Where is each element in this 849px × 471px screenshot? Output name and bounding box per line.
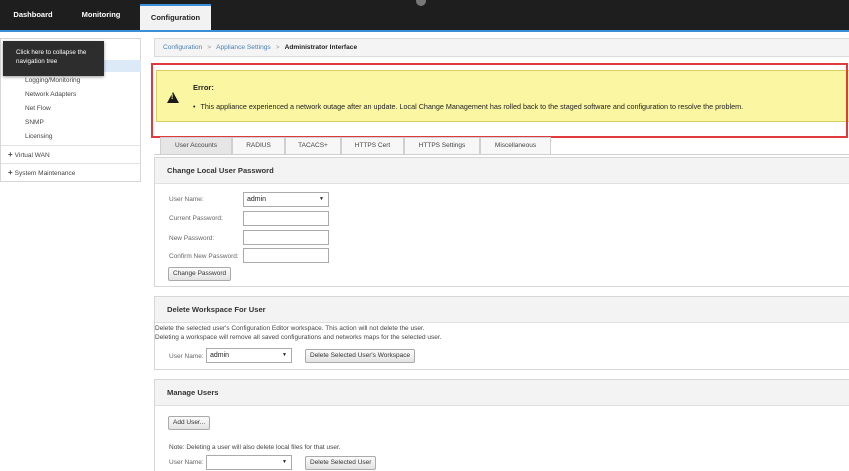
error-highlight-outline xyxy=(151,63,848,138)
tab-user-accounts[interactable]: User Accounts xyxy=(160,137,232,154)
change-password-panel: Change Local User Password User Name: ad… xyxy=(154,157,849,287)
breadcrumb-separator-icon: > xyxy=(207,44,212,51)
tree-group-virtual-wan[interactable]: + Virtual WAN xyxy=(8,150,50,159)
delete-user-note: Note: Deleting a user will also delete l… xyxy=(169,444,341,451)
tree-item-logging-monitoring[interactable]: Logging/Monitoring xyxy=(25,77,80,84)
new-password-input[interactable] xyxy=(243,230,329,245)
tree-item-licensing[interactable]: Licensing xyxy=(25,133,52,140)
panel-title: Manage Users xyxy=(155,380,849,406)
tab-monitoring[interactable]: Monitoring xyxy=(66,0,136,30)
current-password-input[interactable] xyxy=(243,211,329,226)
tree-divider xyxy=(1,163,140,164)
top-navigation-bar: Dashboard Monitoring Configuration xyxy=(0,0,849,30)
breadcrumb: Configuration > Appliance Settings > Adminis… xyxy=(154,38,849,57)
tab-radius[interactable]: RADIUS xyxy=(232,137,285,154)
expand-plus-icon[interactable]: + xyxy=(8,168,13,177)
tab-configuration[interactable]: Configuration xyxy=(140,4,211,30)
tabs-underline xyxy=(154,154,849,155)
current-password-label: Current Password: xyxy=(169,215,223,222)
selected-value: admin xyxy=(247,196,267,203)
confirm-password-input[interactable] xyxy=(243,248,329,263)
breadcrumb-configuration[interactable]: Configuration xyxy=(163,44,202,51)
tree-group-system-maintenance[interactable]: + System Maintenance xyxy=(8,168,75,177)
change-password-button[interactable]: Change Password xyxy=(168,267,232,281)
tree-item-net-flow[interactable]: Net Flow xyxy=(25,105,51,112)
delete-workspace-button[interactable]: Delete Selected User's Workspace xyxy=(305,349,416,363)
tab-tacacs[interactable]: TACACS+ xyxy=(285,137,341,154)
breadcrumb-current-page: Administrator Interface xyxy=(284,44,358,51)
nav-accent-line xyxy=(0,30,849,32)
collapse-tree-tooltip[interactable]: Click here to collapse the navigation tr… xyxy=(3,41,104,76)
delete-workspace-description: Deleting a workspace will remove all sav… xyxy=(155,334,442,341)
tooltip-line: navigation tree xyxy=(16,58,58,65)
panel-title: Delete Workspace For User xyxy=(155,297,849,323)
tree-divider xyxy=(1,145,140,146)
selected-tree-item[interactable] xyxy=(101,60,141,72)
new-password-label: New Password: xyxy=(169,235,215,242)
tree-item-network-adapters[interactable]: Network Adapters xyxy=(25,91,76,98)
manage-users-panel: Manage Users Add User... Note: Deleting … xyxy=(154,379,849,471)
user-name-label: User Name: xyxy=(169,459,204,466)
delete-workspace-description: Delete the selected user's Configuration… xyxy=(155,325,425,332)
user-name-label: User Name: xyxy=(169,353,204,360)
user-name-select[interactable]: admin xyxy=(243,192,329,207)
manage-user-select[interactable] xyxy=(206,455,292,470)
tab-dashboard[interactable]: Dashboard xyxy=(0,0,66,30)
logo-icon xyxy=(416,0,426,6)
user-name-label: User Name: xyxy=(169,196,204,203)
workspace-user-select[interactable]: admin xyxy=(206,348,292,363)
tab-https-cert[interactable]: HTTPS Cert xyxy=(341,137,404,154)
tree-group-label: System Maintenance xyxy=(14,170,76,177)
expand-plus-icon[interactable]: + xyxy=(8,150,13,159)
breadcrumb-appliance-settings[interactable]: Appliance Settings xyxy=(216,44,271,51)
delete-user-button[interactable]: Delete Selected User xyxy=(305,456,377,470)
add-user-button[interactable]: Add User... xyxy=(168,416,211,430)
tooltip-line: Click here to collapse the xyxy=(16,49,87,56)
confirm-password-label: Confirm New Password: xyxy=(169,253,239,260)
panel-title: Change Local User Password xyxy=(155,158,849,184)
delete-workspace-panel: Delete Workspace For User Delete the sel… xyxy=(154,296,849,370)
breadcrumb-separator-icon: > xyxy=(275,44,280,51)
tree-group-label: Virtual WAN xyxy=(14,152,50,159)
tree-item-snmp[interactable]: SNMP xyxy=(25,119,44,126)
tab-https-settings[interactable]: HTTPS Settings xyxy=(404,137,480,154)
selected-value: admin xyxy=(210,352,230,359)
tab-miscellaneous[interactable]: Miscellaneous xyxy=(480,137,551,154)
